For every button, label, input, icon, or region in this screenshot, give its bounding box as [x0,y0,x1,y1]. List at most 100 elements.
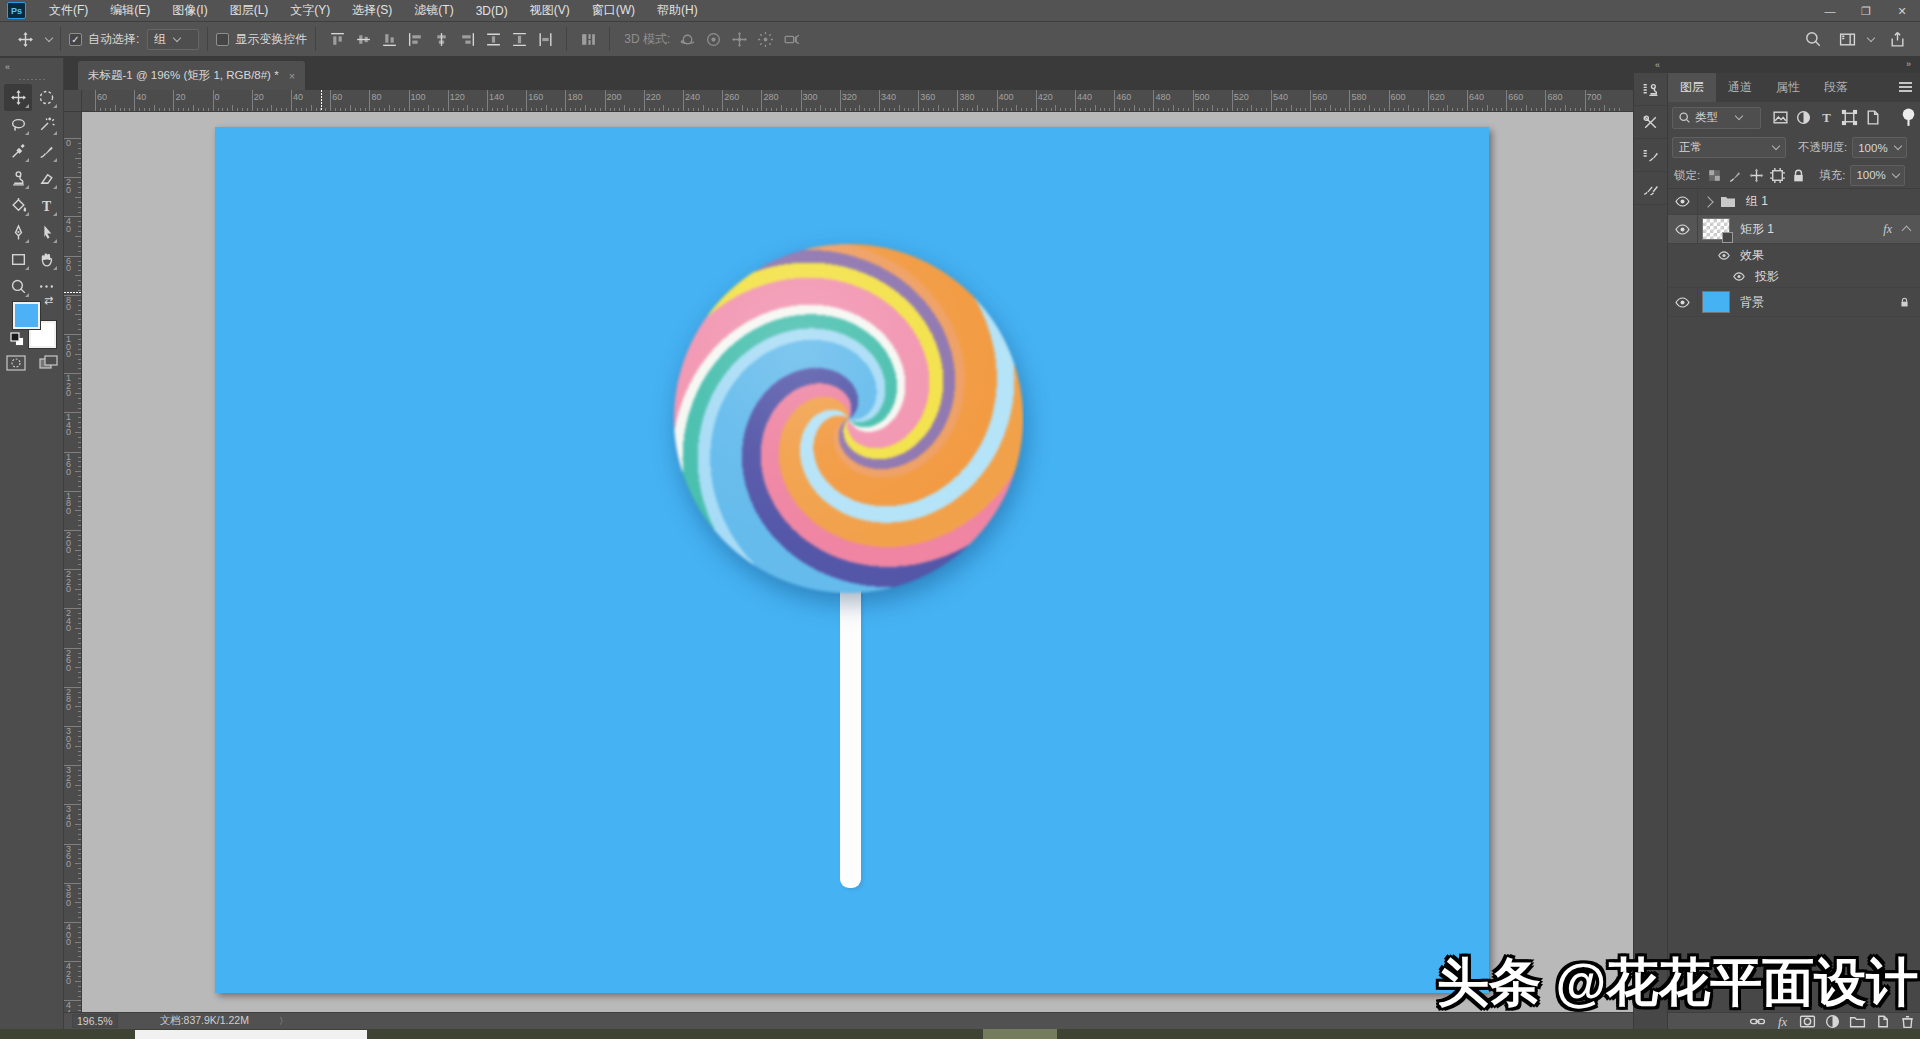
visibility-eye-icon[interactable] [1675,196,1690,207]
lock-artboard-icon[interactable] [1767,166,1788,184]
type-filter-icon[interactable]: T [1815,106,1838,129]
menu-V[interactable]: 视图(V) [519,0,581,21]
lock-all-icon[interactable] [1788,166,1809,184]
menu-S[interactable]: 选择(S) [341,0,403,21]
blend-mode-dropdown[interactable]: 正常 [1672,137,1786,158]
filter-toggle-icon[interactable] [1897,106,1920,129]
pixel-layer-filter-icon[interactable] [1769,106,1792,129]
3d-rotate-icon[interactable] [676,28,698,50]
group-expander-icon[interactable] [1702,196,1713,207]
clone-stamp-tool[interactable] [4,165,32,192]
pen-tool[interactable] [4,219,32,246]
panel-tab-段落[interactable]: 段落 [1812,73,1860,102]
workspace-icon[interactable] [1836,28,1858,50]
menu-3DD[interactable]: 3D(D) [465,0,519,21]
menu-E[interactable]: 编辑(E) [99,0,161,21]
brushes-icon[interactable] [1634,172,1667,205]
visibility-eye-icon[interactable] [1675,297,1690,308]
3d-roll-icon[interactable] [702,28,724,50]
layer-row-效果[interactable]: 效果 [1668,244,1920,266]
horizontal-ruler[interactable]: 6040200204060801001201401601802002202402… [82,90,1633,112]
lock-transparent-icon[interactable] [1704,166,1725,184]
share-icon[interactable] [1886,28,1908,50]
align-center-icon[interactable] [430,28,452,50]
swap-colors-icon[interactable]: ⇄ [44,294,53,307]
search-icon[interactable] [1802,28,1824,50]
align-bottom-icon[interactable] [378,28,400,50]
close-button[interactable]: ✕ [1884,0,1920,22]
paint-bucket-tool[interactable] [4,192,32,219]
panel-tab-图层[interactable]: 图层 [1668,73,1716,102]
magic-wand-tool[interactable] [32,111,60,138]
distribute-middle-icon[interactable] [508,28,530,50]
layer-row-投影[interactable]: 投影 [1668,266,1920,288]
visibility-eye-icon[interactable] [1718,251,1730,260]
layer-thumbnail[interactable] [1702,291,1730,313]
ruler-corner[interactable] [64,90,82,112]
rectangle-tool[interactable] [4,246,32,273]
visibility-eye-icon[interactable] [1733,272,1745,281]
brush-tool[interactable] [32,138,60,165]
fill-field[interactable]: 100% [1850,165,1905,186]
align-top-icon[interactable] [326,28,348,50]
brush-settings-icon[interactable] [1634,139,1667,172]
toolbar-collapse-icon[interactable]: « [5,62,11,72]
align-middle-icon[interactable] [352,28,374,50]
align-left-icon[interactable] [404,28,426,50]
minimize-button[interactable]: — [1812,0,1848,22]
clone-source-icon[interactable] [1634,73,1667,106]
panel-expand-icon[interactable]: » [1906,59,1912,69]
layer-row-背景[interactable]: 背景 [1668,288,1920,317]
foreground-color-swatch[interactable] [13,302,40,329]
eraser-tool[interactable] [32,165,60,192]
workspace-chevron[interactable] [1867,33,1875,41]
adjustment-filter-icon[interactable] [1792,106,1815,129]
lock-paint-icon[interactable] [1725,166,1746,184]
move-tool[interactable] [4,84,32,111]
panel-tab-通道[interactable]: 通道 [1716,73,1764,102]
tab-close-icon[interactable]: × [289,70,295,82]
path-select-tool[interactable] [32,219,60,246]
menu-F[interactable]: 文件(F) [38,0,99,21]
lasso-tool[interactable] [4,111,32,138]
lock-move-icon[interactable] [1746,166,1767,184]
visibility-eye-icon[interactable] [1675,224,1690,235]
type-tool[interactable]: T [32,192,60,219]
panel-tab-属性[interactable]: 属性 [1764,73,1812,102]
distribute-spacing-icon[interactable] [577,28,599,50]
distribute-top-icon[interactable] [482,28,504,50]
panel-menu-icon[interactable] [1899,82,1912,92]
menu-W[interactable]: 窗口(W) [581,0,646,21]
align-right-icon[interactable] [456,28,478,50]
default-colors-icon[interactable] [10,332,25,347]
opacity-field[interactable]: 100% [1852,137,1907,158]
layer-thumbnail[interactable] [1702,218,1730,240]
vertical-ruler[interactable]: 02 04 06 08 01 0 01 2 01 4 01 6 01 8 02 … [64,112,82,1012]
fx-collapse-icon[interactable] [1902,226,1912,236]
document-tab[interactable]: 未标题-1 @ 196% (矩形 1, RGB/8#) * × [78,61,305,90]
pasteboard[interactable] [82,112,1633,1012]
strip-collapse-icon[interactable]: « [1655,60,1661,70]
tool-presets-icon[interactable] [1634,106,1667,139]
shape-filter-icon[interactable] [1838,106,1861,129]
menu-H[interactable]: 帮助(H) [646,0,709,21]
3d-scale-icon[interactable] [780,28,802,50]
restore-button[interactable]: ❐ [1848,0,1884,22]
layer-filter-dropdown[interactable]: 类型 [1672,107,1761,129]
fx-badge[interactable]: fx [1883,222,1892,237]
menu-L[interactable]: 图层(L) [219,0,280,21]
show-transform-checkbox[interactable] [216,33,229,46]
document-canvas[interactable] [215,127,1489,993]
layer-row-组 1[interactable]: 组 1 [1668,189,1920,215]
quick-mask-icon[interactable] [6,355,26,371]
auto-select-checkbox[interactable]: ✓ [69,33,82,46]
photoshop-logo[interactable]: Ps [7,2,26,19]
3d-slide-icon[interactable] [754,28,776,50]
layer-row-矩形 1[interactable]: 矩形 1fx [1668,215,1920,244]
menu-I[interactable]: 图像(I) [161,0,218,21]
zoom-level-field[interactable]: 196.5% [72,1014,118,1028]
hand-tool[interactable] [32,246,60,273]
status-chevron-icon[interactable]: 〉 [279,1015,288,1028]
marquee-tool[interactable] [32,84,60,111]
eyedropper-tool[interactable] [4,138,32,165]
